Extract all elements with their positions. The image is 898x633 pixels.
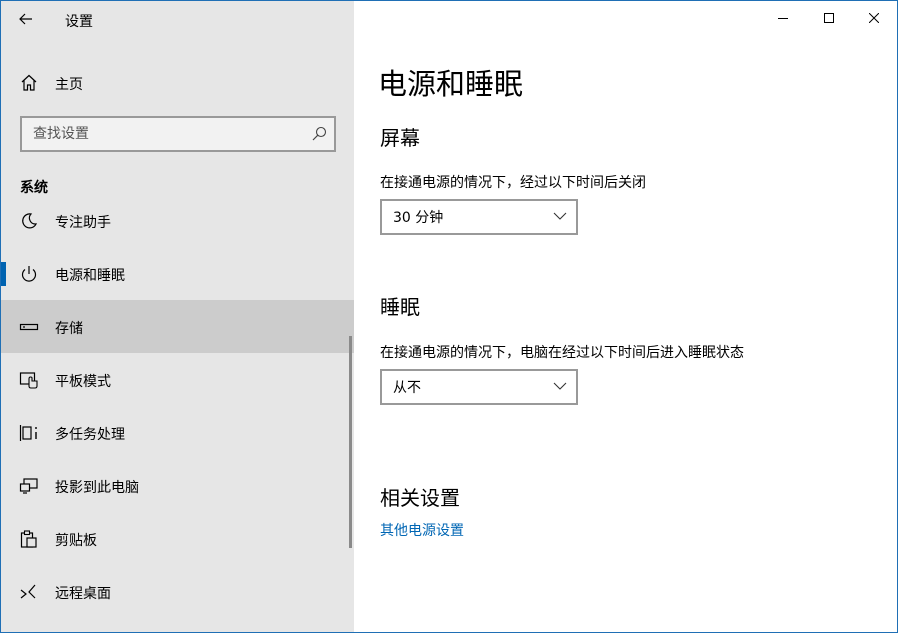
- sidebar-scrollbar[interactable]: [349, 336, 352, 548]
- power-icon: [21, 266, 37, 282]
- sidebar: 设置 主页 系统 专注助手: [1, 1, 354, 632]
- multitasking-icon: [19, 425, 37, 441]
- chevron-down-icon: [553, 382, 567, 390]
- clipboard-icon: [20, 530, 37, 548]
- sidebar-item-label: 多任务处理: [55, 427, 125, 443]
- app-title: 设置: [65, 14, 93, 30]
- settings-window: 设置 主页 系统 专注助手: [0, 0, 898, 633]
- search-box: [20, 116, 336, 152]
- sidebar-item-home[interactable]: 主页: [1, 61, 354, 105]
- back-arrow-icon: [19, 13, 32, 25]
- sidebar-item-label: 存储: [55, 321, 83, 337]
- sidebar-item-label: 投影到此电脑: [55, 480, 139, 496]
- search-input[interactable]: [22, 118, 303, 150]
- content-pane: 电源和睡眠 屏幕 在接通电源的情况下，经过以下时间后关闭 30 分钟 睡眠 在接…: [354, 1, 897, 632]
- home-label: 主页: [55, 77, 83, 93]
- maximize-button[interactable]: [806, 1, 852, 35]
- sidebar-item-label: 远程桌面: [55, 586, 111, 602]
- sidebar-item-tablet-mode[interactable]: 平板模式: [1, 353, 354, 406]
- sleep-timeout-dropdown[interactable]: 从不: [380, 369, 578, 405]
- section-header-system: 系统: [20, 180, 48, 196]
- search-icon[interactable]: [311, 126, 327, 142]
- sidebar-item-clipboard[interactable]: 剪贴板: [1, 512, 354, 565]
- screen-timeout-value: 30 分钟: [393, 210, 444, 226]
- remote-desktop-icon: [20, 584, 36, 599]
- tablet-mode-icon: [19, 372, 38, 389]
- page-title: 电源和睡眠: [378, 67, 524, 101]
- moon-icon: [22, 213, 38, 229]
- minimize-icon: [778, 18, 788, 19]
- sidebar-item-project[interactable]: 投影到此电脑: [1, 459, 354, 512]
- sidebar-item-label: 平板模式: [55, 374, 111, 390]
- back-button[interactable]: [13, 7, 39, 31]
- related-settings-heading: 相关设置: [380, 486, 460, 510]
- sidebar-item-multitasking[interactable]: 多任务处理: [1, 406, 354, 459]
- sleep-timeout-value: 从不: [393, 380, 421, 396]
- sleep-description: 在接通电源的情况下，电脑在经过以下时间后进入睡眠状态: [380, 345, 744, 361]
- sidebar-item-storage[interactable]: 存储: [1, 300, 354, 353]
- project-icon: [19, 478, 38, 494]
- sidebar-nav: 专注助手 电源和睡眠 存储 平板模式 多任务处理 投影到此电脑 剪贴板 远程桌面: [1, 209, 354, 632]
- screen-description: 在接通电源的情况下，经过以下时间后关闭: [380, 175, 646, 191]
- close-button[interactable]: [851, 1, 897, 35]
- sidebar-item-label: 电源和睡眠: [55, 268, 125, 284]
- sidebar-item-label: 剪贴板: [55, 533, 97, 549]
- selection-indicator: [1, 262, 6, 286]
- close-icon: [869, 13, 879, 23]
- chevron-down-icon: [553, 212, 567, 220]
- titlebar-left: 设置: [1, 1, 354, 39]
- sleep-heading: 睡眠: [380, 295, 420, 319]
- screen-timeout-dropdown[interactable]: 30 分钟: [380, 199, 578, 235]
- storage-icon: [19, 323, 39, 331]
- sidebar-item-power-sleep[interactable]: 电源和睡眠: [1, 247, 354, 300]
- sidebar-item-remote-desktop[interactable]: 远程桌面: [1, 565, 354, 618]
- screen-heading: 屏幕: [380, 126, 420, 150]
- maximize-icon: [824, 13, 834, 23]
- minimize-button[interactable]: [760, 1, 806, 35]
- home-icon: [21, 74, 37, 91]
- sidebar-item-label: 专注助手: [55, 215, 111, 231]
- sidebar-item-focus-assist[interactable]: 专注助手: [1, 209, 354, 247]
- additional-power-settings-link[interactable]: 其他电源设置: [380, 520, 464, 540]
